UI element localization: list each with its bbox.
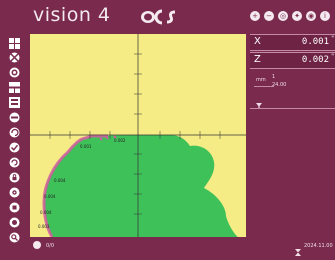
tool-profile: [44, 135, 238, 237]
z-axis-readout: Z 0.002 ": [250, 52, 335, 69]
deviation-label: 0.004: [44, 194, 56, 199]
check-icon[interactable]: [9, 142, 20, 153]
header: vision 4 + − ◎ ✦ ◉ i: [0, 0, 335, 32]
status-bar: 0/0 2024.11.00: [0, 238, 335, 256]
zoom-in-icon[interactable]: +: [250, 11, 260, 21]
x-axis-value: 0.001: [301, 37, 329, 47]
gear-icon[interactable]: [9, 187, 20, 198]
deviation-label: 0.001: [80, 144, 92, 149]
measure-icon[interactable]: [9, 97, 20, 108]
lock-icon[interactable]: [9, 172, 20, 183]
camera-icon[interactable]: ◉: [306, 11, 316, 21]
z-axis-unit: ": [331, 53, 334, 60]
x-axis-readout: X 0.001 ": [250, 34, 335, 51]
split-view-icon[interactable]: [9, 82, 20, 93]
x-axis-unit: ": [331, 35, 334, 42]
minus-icon[interactable]: [9, 112, 20, 123]
zoom-out-icon[interactable]: −: [264, 11, 274, 21]
target-icon[interactable]: ◎: [278, 11, 288, 21]
x-axis-label: X: [254, 36, 261, 47]
stop-icon[interactable]: [9, 202, 20, 213]
app-title: vision 4: [33, 4, 111, 26]
settings-icon[interactable]: ✦: [292, 11, 302, 21]
target-icon[interactable]: [9, 67, 20, 78]
crosshair-icon[interactable]: [9, 52, 20, 63]
divider: [254, 86, 274, 87]
left-toolbar: [6, 38, 28, 248]
z-axis-value: 0.002: [301, 55, 329, 65]
ocs-logo-icon: [140, 8, 182, 26]
unit-value: 1: [272, 74, 276, 80]
hourglass-icon: [295, 241, 301, 256]
status-icon: [33, 241, 41, 249]
deviation-label: 0.004: [40, 210, 52, 215]
grid-icon[interactable]: [9, 38, 20, 49]
unit-label: mm: [256, 77, 266, 83]
deviation-label: 0.004: [54, 178, 66, 183]
readout-panel: X 0.001 " Z 0.002 " mm 1 24.00: [250, 34, 335, 224]
scale-value: 24.00: [272, 82, 287, 88]
deviation-label: 0.003: [38, 224, 50, 229]
version-text: 2024.11.00: [304, 243, 333, 249]
funnel-icon[interactable]: [256, 94, 262, 109]
rotate-icon[interactable]: [9, 127, 20, 138]
z-axis-label: Z: [254, 54, 261, 65]
profile-viewport[interactable]: 0.002 0.001 0.004 0.004 0.004 0.003: [30, 34, 246, 237]
deviation-label: 0.002: [114, 138, 126, 143]
record-icon[interactable]: [9, 217, 20, 228]
divider: [250, 108, 335, 109]
refresh-icon[interactable]: [9, 157, 20, 168]
status-text: 0/0: [46, 243, 55, 249]
vision-app: vision 4 + − ◎ ✦ ◉ i 0.002 0.001 0.004 0…: [0, 0, 335, 256]
info-icon[interactable]: i: [320, 11, 330, 21]
